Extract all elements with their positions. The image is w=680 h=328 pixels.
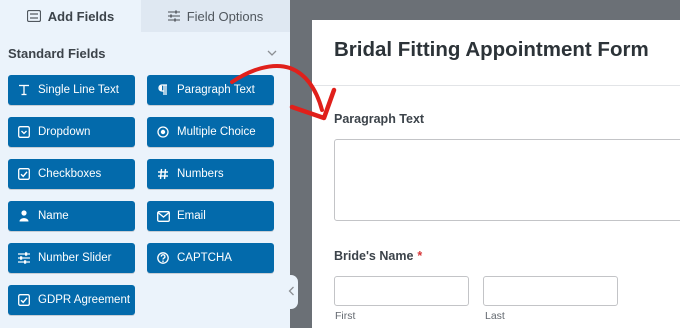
last-name-sublabel: Last	[485, 310, 505, 322]
field-button-label: CAPTCHA	[177, 252, 232, 264]
sliders-icon	[167, 10, 180, 22]
name-button[interactable]: Name	[8, 201, 135, 231]
paragraph-text-label: Paragraph Text	[334, 112, 425, 126]
gdpr-agreement-button[interactable]: GDPR Agreement	[8, 285, 135, 315]
brides-name-label: Bride's Name *	[334, 249, 422, 263]
tab-field-options[interactable]: Field Options	[141, 0, 290, 32]
field-button-label: Email	[177, 210, 206, 222]
list-icon	[26, 10, 41, 22]
user-icon	[17, 209, 31, 223]
last-name-input[interactable]	[483, 276, 618, 306]
checkbox-icon	[17, 293, 31, 307]
field-button-label: Paragraph Text	[177, 84, 255, 96]
radio-icon	[156, 125, 170, 139]
field-button-label: GDPR Agreement	[38, 294, 131, 306]
question-circle-icon	[156, 251, 170, 265]
field-button-label: Number Slider	[38, 252, 112, 264]
tab-add-fields[interactable]: Add Fields	[0, 0, 141, 32]
chevron-down-icon[interactable]	[266, 47, 278, 59]
fields-panel: Add Fields Field Options Standard Fields…	[0, 0, 290, 328]
number-slider-button[interactable]: Number Slider	[8, 243, 135, 273]
standard-fields-title: Standard Fields	[8, 45, 106, 61]
captcha-button[interactable]: CAPTCHA	[147, 243, 274, 273]
hash-icon	[156, 167, 170, 181]
multiple-choice-button[interactable]: Multiple Choice	[147, 117, 274, 147]
field-button-label: Checkboxes	[38, 168, 102, 180]
field-button-label: Dropdown	[38, 126, 91, 138]
checkbox-icon	[17, 167, 31, 181]
numbers-button[interactable]: Numbers	[147, 159, 274, 189]
first-name-input[interactable]	[334, 276, 469, 306]
form-title: Bridal Fitting Appointment Form	[334, 38, 649, 61]
tab-add-fields-label: Add Fields	[47, 8, 115, 24]
envelope-icon	[156, 209, 170, 223]
dropdown-icon	[17, 125, 31, 139]
paragraph-icon	[156, 83, 170, 97]
required-marker: *	[417, 249, 423, 263]
email-button[interactable]: Email	[147, 201, 274, 231]
field-button-label: Numbers	[177, 168, 224, 180]
chevron-left-icon	[288, 283, 295, 301]
single-line-text-button[interactable]: Single Line Text	[8, 75, 135, 105]
first-name-sublabel: First	[335, 310, 356, 322]
dropdown-button[interactable]: Dropdown	[8, 117, 135, 147]
tab-field-options-label: Field Options	[186, 8, 264, 24]
checkboxes-button[interactable]: Checkboxes	[8, 159, 135, 189]
sliders-icon	[17, 251, 31, 265]
collapse-panel-handle[interactable]	[284, 275, 298, 309]
paragraph-text-button[interactable]: Paragraph Text	[147, 75, 274, 105]
field-button-label: Single Line Text	[38, 84, 119, 96]
brides-name-label-text: Bride's Name	[334, 249, 414, 263]
text-cursor-icon	[17, 83, 31, 97]
panel-tabs: Add Fields Field Options	[0, 0, 290, 32]
field-button-label: Name	[38, 210, 69, 222]
form-title-divider	[312, 85, 680, 86]
paragraph-text-area[interactable]	[334, 139, 680, 221]
field-button-label: Multiple Choice	[177, 126, 256, 138]
standard-fields-header[interactable]: Standard Fields	[8, 42, 278, 64]
